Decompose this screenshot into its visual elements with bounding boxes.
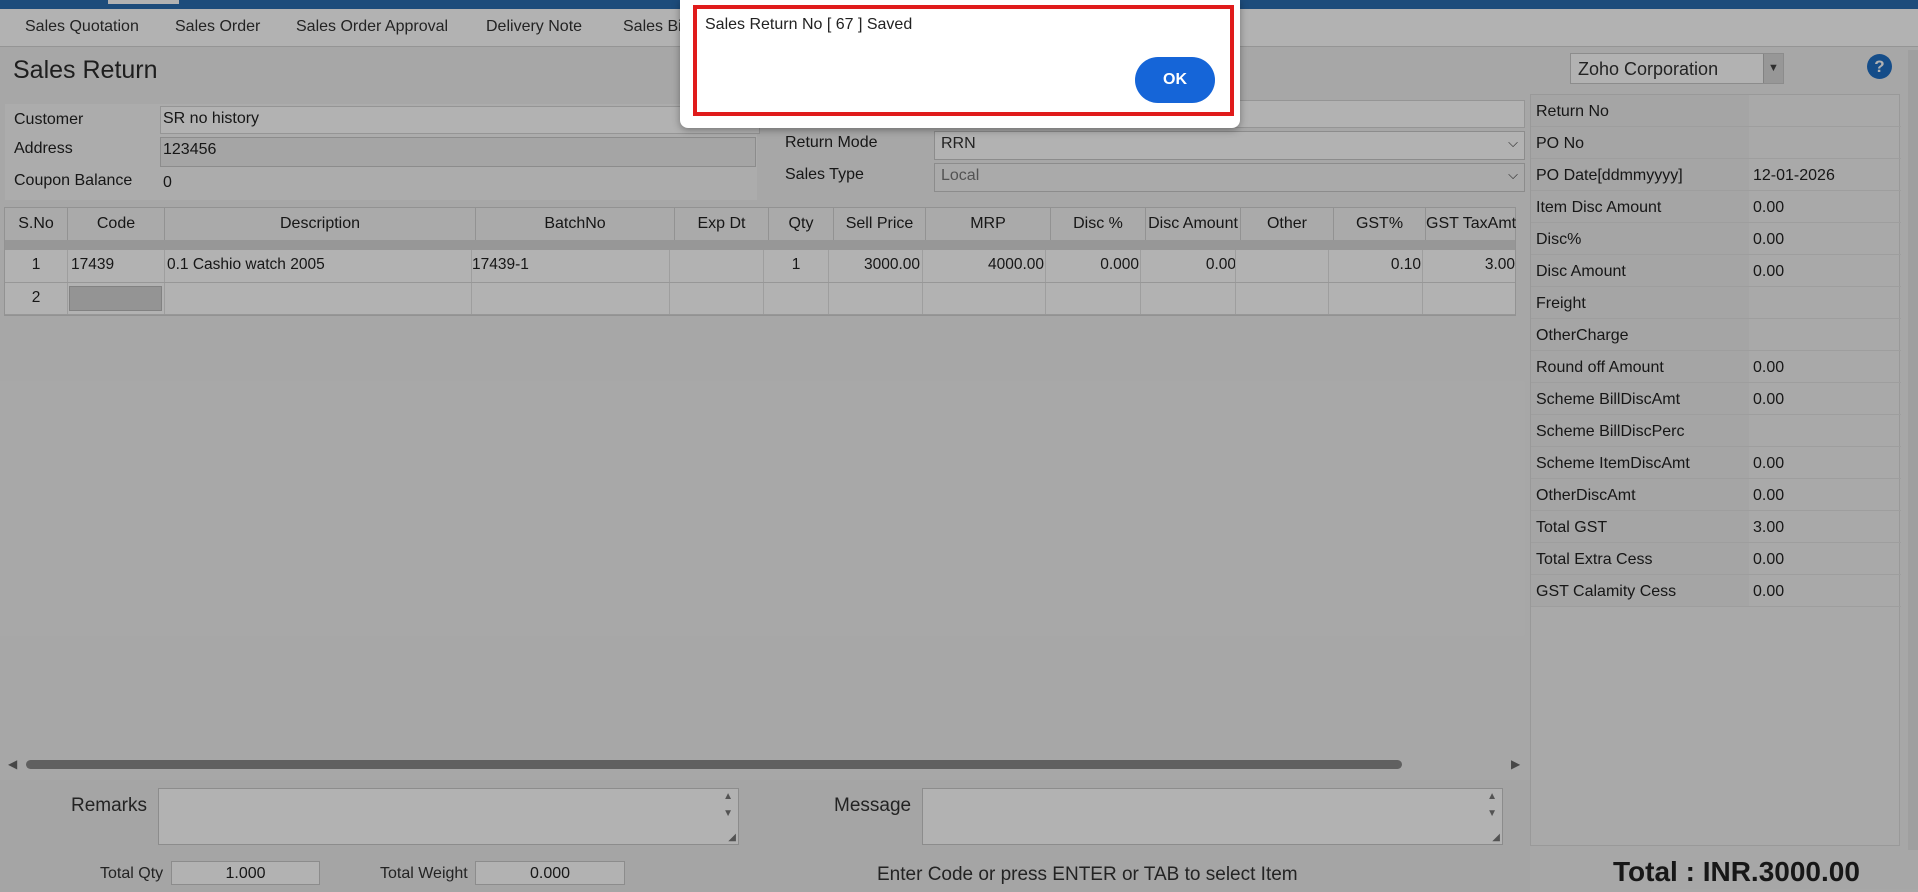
- ok-button[interactable]: OK: [1135, 57, 1215, 103]
- dialog-message: Sales Return No [ 67 ] Saved: [705, 16, 913, 33]
- modal-overlay: [0, 0, 1918, 892]
